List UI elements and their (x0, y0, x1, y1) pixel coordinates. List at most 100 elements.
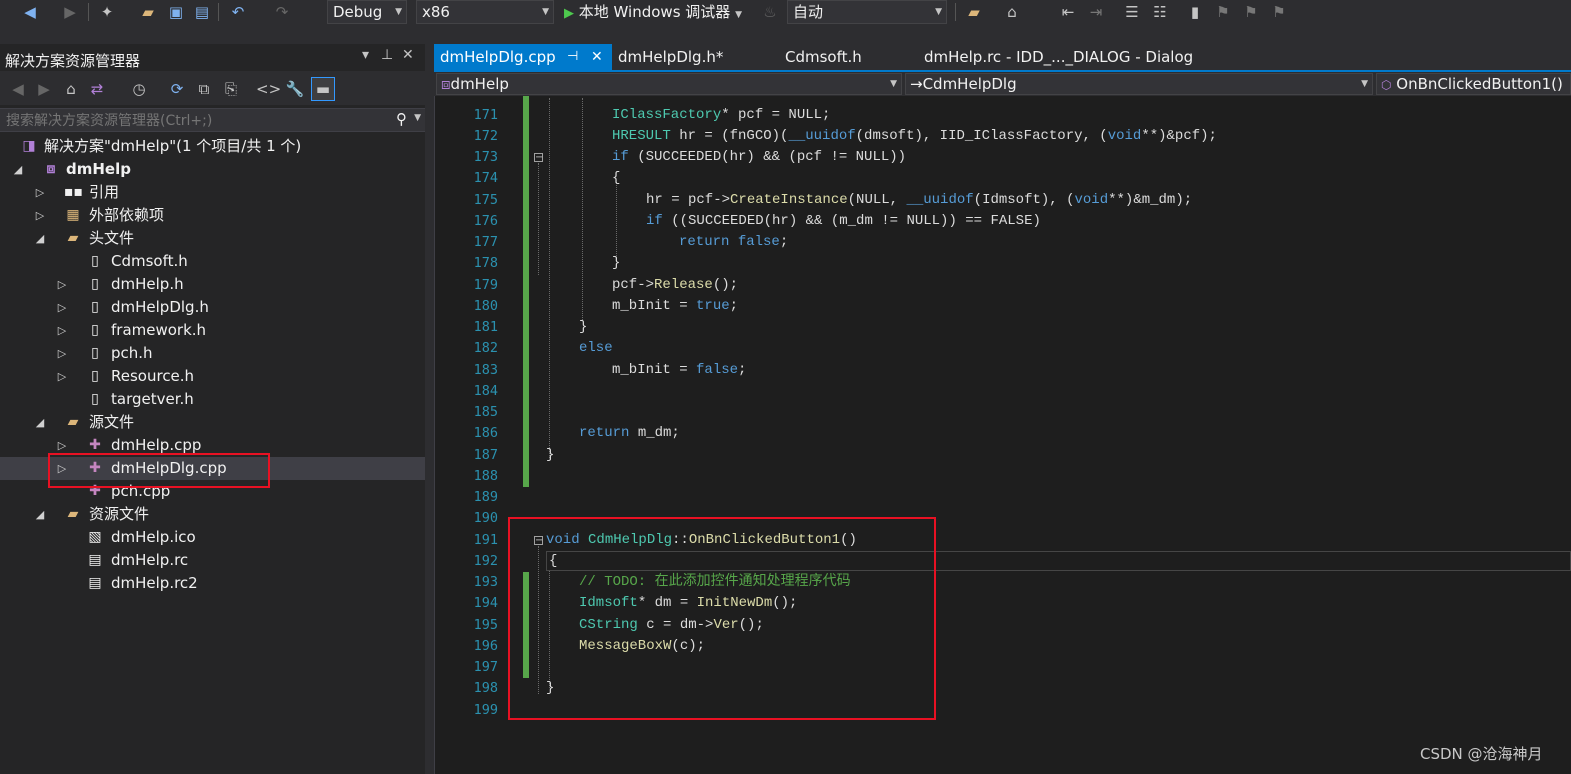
solution-search-input[interactable] (0, 109, 388, 133)
collapse-icon[interactable]: − (534, 153, 543, 163)
show-all-files-icon[interactable]: ⎘ (220, 78, 242, 100)
tab-cdmsoft-h[interactable]: Cdmsoft.h (779, 44, 868, 70)
line-number: 183 (473, 362, 498, 378)
folder-icon: ▰ (67, 414, 79, 430)
play-icon: ▶ (564, 6, 574, 21)
sync-icon[interactable]: ⟳ (166, 78, 188, 100)
close-icon[interactable]: ✕ (402, 47, 414, 63)
prev-bookmark-icon[interactable]: ⚑ (1213, 2, 1233, 22)
project-dropdown[interactable]: ⧈dmHelp ▼ (436, 73, 902, 95)
tree-label: 头文件 (89, 229, 135, 247)
panel-splitter[interactable] (425, 44, 434, 774)
collapsed-arrow-icon[interactable]: ▷ (33, 181, 47, 204)
platform-select[interactable]: x86 ▼ (416, 0, 554, 24)
back-icon[interactable]: ◀ (20, 2, 40, 22)
forward-icon[interactable]: ▶ (60, 2, 80, 22)
save-all-icon[interactable]: ▤ (192, 2, 212, 22)
search-icon[interactable]: ⚲ (396, 110, 407, 128)
code-line: hr = pcf->CreateInstance(NULL, __uuidof(… (646, 190, 1192, 211)
pending-changes-icon[interactable]: ◷ (128, 78, 150, 100)
switch-views-icon[interactable]: ⇄ (86, 78, 108, 100)
solution-icon: ◨ (22, 138, 36, 154)
collapsed-arrow-icon[interactable]: ▷ (33, 204, 47, 227)
code-token: IClassFactory (612, 107, 722, 123)
tree-label: targetver.h (111, 390, 194, 408)
tree-file[interactable]: ▷ ▯ Resource.h (0, 365, 425, 388)
expanded-arrow-icon[interactable]: ◢ (33, 503, 47, 526)
home-icon[interactable]: ⌂ (1002, 2, 1022, 22)
hot-reload-icon[interactable]: ♨ (760, 2, 780, 22)
redo-icon[interactable]: ↷ (272, 2, 292, 22)
collapsed-arrow-icon[interactable]: ▷ (55, 342, 69, 365)
tree-file[interactable]: ▷ ▯ framework.h (0, 319, 425, 342)
open-folder-icon[interactable]: ▰ (138, 2, 158, 22)
next-bookmark-icon[interactable]: ⚑ (1241, 2, 1261, 22)
outdent-icon[interactable]: ⇥ (1086, 2, 1106, 22)
class-dropdown[interactable]: →CdmHelpDlg ▼ (905, 73, 1373, 95)
code-token: pcf-> (612, 277, 655, 293)
collapsed-arrow-icon[interactable]: ▷ (55, 319, 69, 342)
forward-icon[interactable]: ▶ (33, 78, 55, 100)
tab-dmhelpdlg-cpp[interactable]: dmHelpDlg.cpp ⊣ ✕ (434, 44, 612, 70)
chevron-down-icon[interactable]: ▼ (414, 113, 421, 123)
member-dropdown[interactable]: ⬡ OnBnClickedButton1() (1376, 73, 1571, 95)
chevron-down-icon[interactable]: ▾ (362, 47, 369, 63)
pin-icon[interactable]: ⊣ (567, 44, 578, 70)
tree-file[interactable]: ▧ dmHelp.ico (0, 526, 425, 549)
solution-platform-value: 自动 (793, 3, 824, 21)
tab-dmhelp-rc[interactable]: dmHelp.rc - IDD_..._DIALOG - Dialog (918, 44, 1199, 70)
change-marker (523, 96, 529, 487)
chevron-down-icon: ▼ (890, 79, 897, 89)
collapse-all-icon[interactable]: ⧉ (193, 78, 215, 100)
collapsed-arrow-icon[interactable]: ▷ (55, 365, 69, 388)
properties-icon[interactable]: 🔧 (284, 78, 306, 100)
preview-icon[interactable]: ▬ (311, 77, 335, 101)
pin-icon[interactable]: ⊥ (381, 47, 393, 63)
tab-label: dmHelpDlg.cpp (440, 48, 556, 66)
find-in-files-icon[interactable]: ▰ (964, 2, 984, 22)
save-icon[interactable]: ▣ (166, 2, 186, 22)
back-icon[interactable]: ◀ (7, 78, 29, 100)
tree-project[interactable]: ◢ ⧈ dmHelp (0, 158, 425, 181)
solution-search-box[interactable]: ⚲ ▼ (0, 108, 425, 133)
collapsed-arrow-icon[interactable]: ▷ (55, 296, 69, 319)
undo-icon[interactable]: ↶ (228, 2, 248, 22)
tree-file[interactable]: ▤ dmHelp.rc2 (0, 572, 425, 595)
code-line: if (SUCCEEDED(hr) && (pcf != NULL)) (612, 147, 906, 168)
indent-icon[interactable]: ⇤ (1058, 2, 1078, 22)
clear-bookmarks-icon[interactable]: ⚑ (1269, 2, 1289, 22)
home-icon[interactable]: ⌂ (60, 78, 82, 100)
comment-icon[interactable]: ☰ (1122, 2, 1142, 22)
tree-folder[interactable]: ◢ ▰ 源文件 (0, 411, 425, 434)
collapsed-arrow-icon[interactable]: ▷ (55, 273, 69, 296)
new-item-icon[interactable]: ✦ (97, 2, 117, 22)
configuration-select[interactable]: Debug ▼ (327, 0, 407, 24)
expanded-arrow-icon[interactable]: ◢ (11, 158, 25, 181)
code-view-icon[interactable]: <> (256, 78, 281, 100)
tree-file[interactable]: ▷ ▯ pch.h (0, 342, 425, 365)
tree-solution[interactable]: ◨ 解决方案"dmHelp"(1 个项目/共 1 个) (0, 135, 425, 158)
tree-file[interactable]: ▯ targetver.h (0, 388, 425, 411)
tree-file[interactable]: ▤ dmHelp.rc (0, 549, 425, 572)
tab-dmhelpdlg-h[interactable]: dmHelpDlg.h* (612, 44, 729, 70)
code-token: return (679, 234, 730, 250)
tree-folder[interactable]: ◢ ▰ 资源文件 (0, 503, 425, 526)
uncomment-icon[interactable]: ☷ (1150, 2, 1170, 22)
expanded-arrow-icon[interactable]: ◢ (33, 411, 47, 434)
start-debugging-button[interactable]: ▶ 本地 Windows 调试器 ▼ (564, 0, 742, 24)
tree-item[interactable]: ▷ ▪▪ 引用 (0, 181, 425, 204)
line-number: 174 (473, 170, 498, 186)
solution-platform-select[interactable]: 自动 ▼ (787, 0, 947, 24)
tree-item[interactable]: ▷ ▦ 外部依赖项 (0, 204, 425, 227)
tree-folder[interactable]: ◢ ▰ 头文件 (0, 227, 425, 250)
code-token: **)&pcf); (1141, 128, 1217, 144)
close-icon[interactable]: ✕ (591, 44, 603, 70)
chevron-down-icon: ▼ (542, 7, 549, 17)
tree-file[interactable]: ▷ ▯ dmHelp.h (0, 273, 425, 296)
code-line: return false; (679, 232, 788, 253)
resource-file-icon: ▤ (88, 552, 102, 568)
tree-file[interactable]: ▷ ▯ dmHelpDlg.h (0, 296, 425, 319)
bookmark-icon[interactable]: ▮ (1185, 2, 1205, 22)
expanded-arrow-icon[interactable]: ◢ (33, 227, 47, 250)
tree-file[interactable]: ▯ Cdmsoft.h (0, 250, 425, 273)
